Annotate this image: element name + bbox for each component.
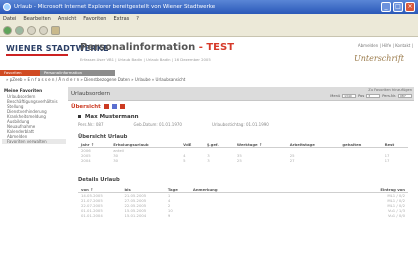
page-title-test: - TEST [198,42,235,53]
sidebar-title: Meine Favoriten [4,88,43,93]
cell: 01.01.2004 [81,213,103,218]
table-row[interactable]: 01.01.2004 15.01.2004 9 Vu1 / 0/0 [78,213,408,218]
menu-bar: Datei Bearbeiten Ansicht Favoriten Extra… [0,14,418,24]
title-bar: Urlaub - Microsoft Internet Explorer ber… [0,0,418,14]
cell: 2004 [81,158,91,163]
cell: 25 [236,158,242,163]
menu-label: Menü [330,94,341,98]
summary-table: Jahr ↑ Erholungsurlaub VdE §.gef. Werkta… [78,142,408,163]
cell: 17 [384,158,390,163]
maximize-button[interactable]: □ [393,2,403,12]
cell: 9 [167,213,171,218]
content-bar: Urlaubsordern Zu Favoriten hinzufügen Me… [68,87,414,101]
top-links[interactable]: Abmelden | Hilfe | Kontakt | [358,43,413,48]
forward-icon[interactable] [15,25,24,35]
browser-toolbar [0,24,418,37]
minimize-button[interactable]: _ [381,2,391,12]
bullet-icon [78,115,81,118]
pers-field[interactable]: 087 [398,94,412,98]
person-leave-date: Urlaubsstichtag: 01.01.1990 [211,122,269,127]
cell: Vu1 / 0/0 [388,213,405,218]
ie-icon [3,3,11,11]
cell [339,158,381,163]
page-title-main: Personalinformation [80,42,196,53]
person-heading: Max Mustermann [78,114,139,120]
menu-favoriten[interactable]: Favoriten [83,14,106,24]
print-icon[interactable] [103,104,109,109]
edit-icon[interactable] [119,104,125,109]
pos-field[interactable]: 3 [366,94,381,98]
signature: Unterschrift [354,54,404,63]
summary-title: Übersicht Urlaub [78,134,128,140]
tab-favoriten[interactable]: Favoriten [0,70,40,76]
tab-personalinformation[interactable]: Personalinformation [40,70,115,76]
menu-datei[interactable]: Datei [3,14,16,24]
cell: 3 [207,158,210,163]
back-icon[interactable] [3,25,12,35]
stop-icon[interactable] [27,25,36,35]
person-persnr: Pers.Nr.: 087 [78,122,104,127]
page: WIENER STADTWERKE Personalinformation - … [0,37,418,266]
sidebar: Meine Favoriten Urlaubsordern Beschäftig… [2,87,66,266]
cell: 27 [289,158,295,163]
home-icon[interactable] [51,25,60,35]
window-title: Urlaub - Microsoft Internet Explorer ber… [14,4,216,10]
breadcrumb: » pZeeb » Ε n f a s s e n / Ä n d e r n … [6,77,185,82]
browser-window: Urlaub - Microsoft Internet Explorer ber… [0,0,418,266]
overview-heading: Übersicht [71,104,125,110]
tabs-row: Favoriten Personalinformation [0,70,418,76]
nav-controls: Menü 1340 Pos 3 Pers.Nr. 087 [330,94,412,98]
cell: 30 [113,158,119,163]
pers-label: Pers.Nr. [382,94,396,98]
overview-label: Übersicht [71,104,101,110]
content-panel: Urlaubsordern Zu Favoriten hinzufügen Me… [68,87,414,266]
person-birthdate: Geb.Datum: 01.01.1970 [133,122,182,127]
person-info: Pers.Nr.: 087 Geb.Datum: 01.01.1970 Urla… [78,122,269,127]
content-title: Urlaubsordern [71,91,111,97]
page-subtitle: Erfasser-User VB1 | Urlaub Badin | Urlau… [80,57,211,62]
sidebar-item-favoriten-verwalten[interactable]: Favoriten verwalten [2,139,66,144]
add-favorite-link[interactable]: Zu Favoriten hinzufügen [368,88,412,92]
breadcrumb-path[interactable]: » pZeeb » Ε n f a s s e n / Ä n d e r n … [6,77,185,82]
details-title: Details Urlaub [78,177,120,183]
pos-label: Pos [358,94,365,98]
table-row: 2004 30 5 3 25 27 17 [78,158,408,163]
person-name: Max Mustermann [84,114,139,120]
page-title: Personalinformation - TEST [80,42,234,53]
menu-bearbeiten[interactable]: Bearbeiten [23,14,50,24]
close-button[interactable]: × [405,2,415,12]
menu-ansicht[interactable]: Ansicht [58,14,76,24]
logo-underline [6,54,68,56]
cell: 5 [183,158,186,163]
menu-help[interactable]: ? [136,14,139,24]
cell [190,213,360,218]
menu-extras[interactable]: Extras [113,14,129,24]
refresh-icon[interactable] [39,25,48,35]
site-header: WIENER STADTWERKE Personalinformation - … [0,37,418,70]
cell: 15.01.2004 [124,213,147,218]
details-table: von ↑ bis Tage Anmerkung Eintrag von 14.… [78,187,408,218]
menu-field[interactable]: 1340 [342,94,357,98]
calendar-icon[interactable] [111,104,117,109]
summary-header-row: Jahr ↑ Erholungsurlaub VdE §.gef. Werkta… [78,142,408,148]
